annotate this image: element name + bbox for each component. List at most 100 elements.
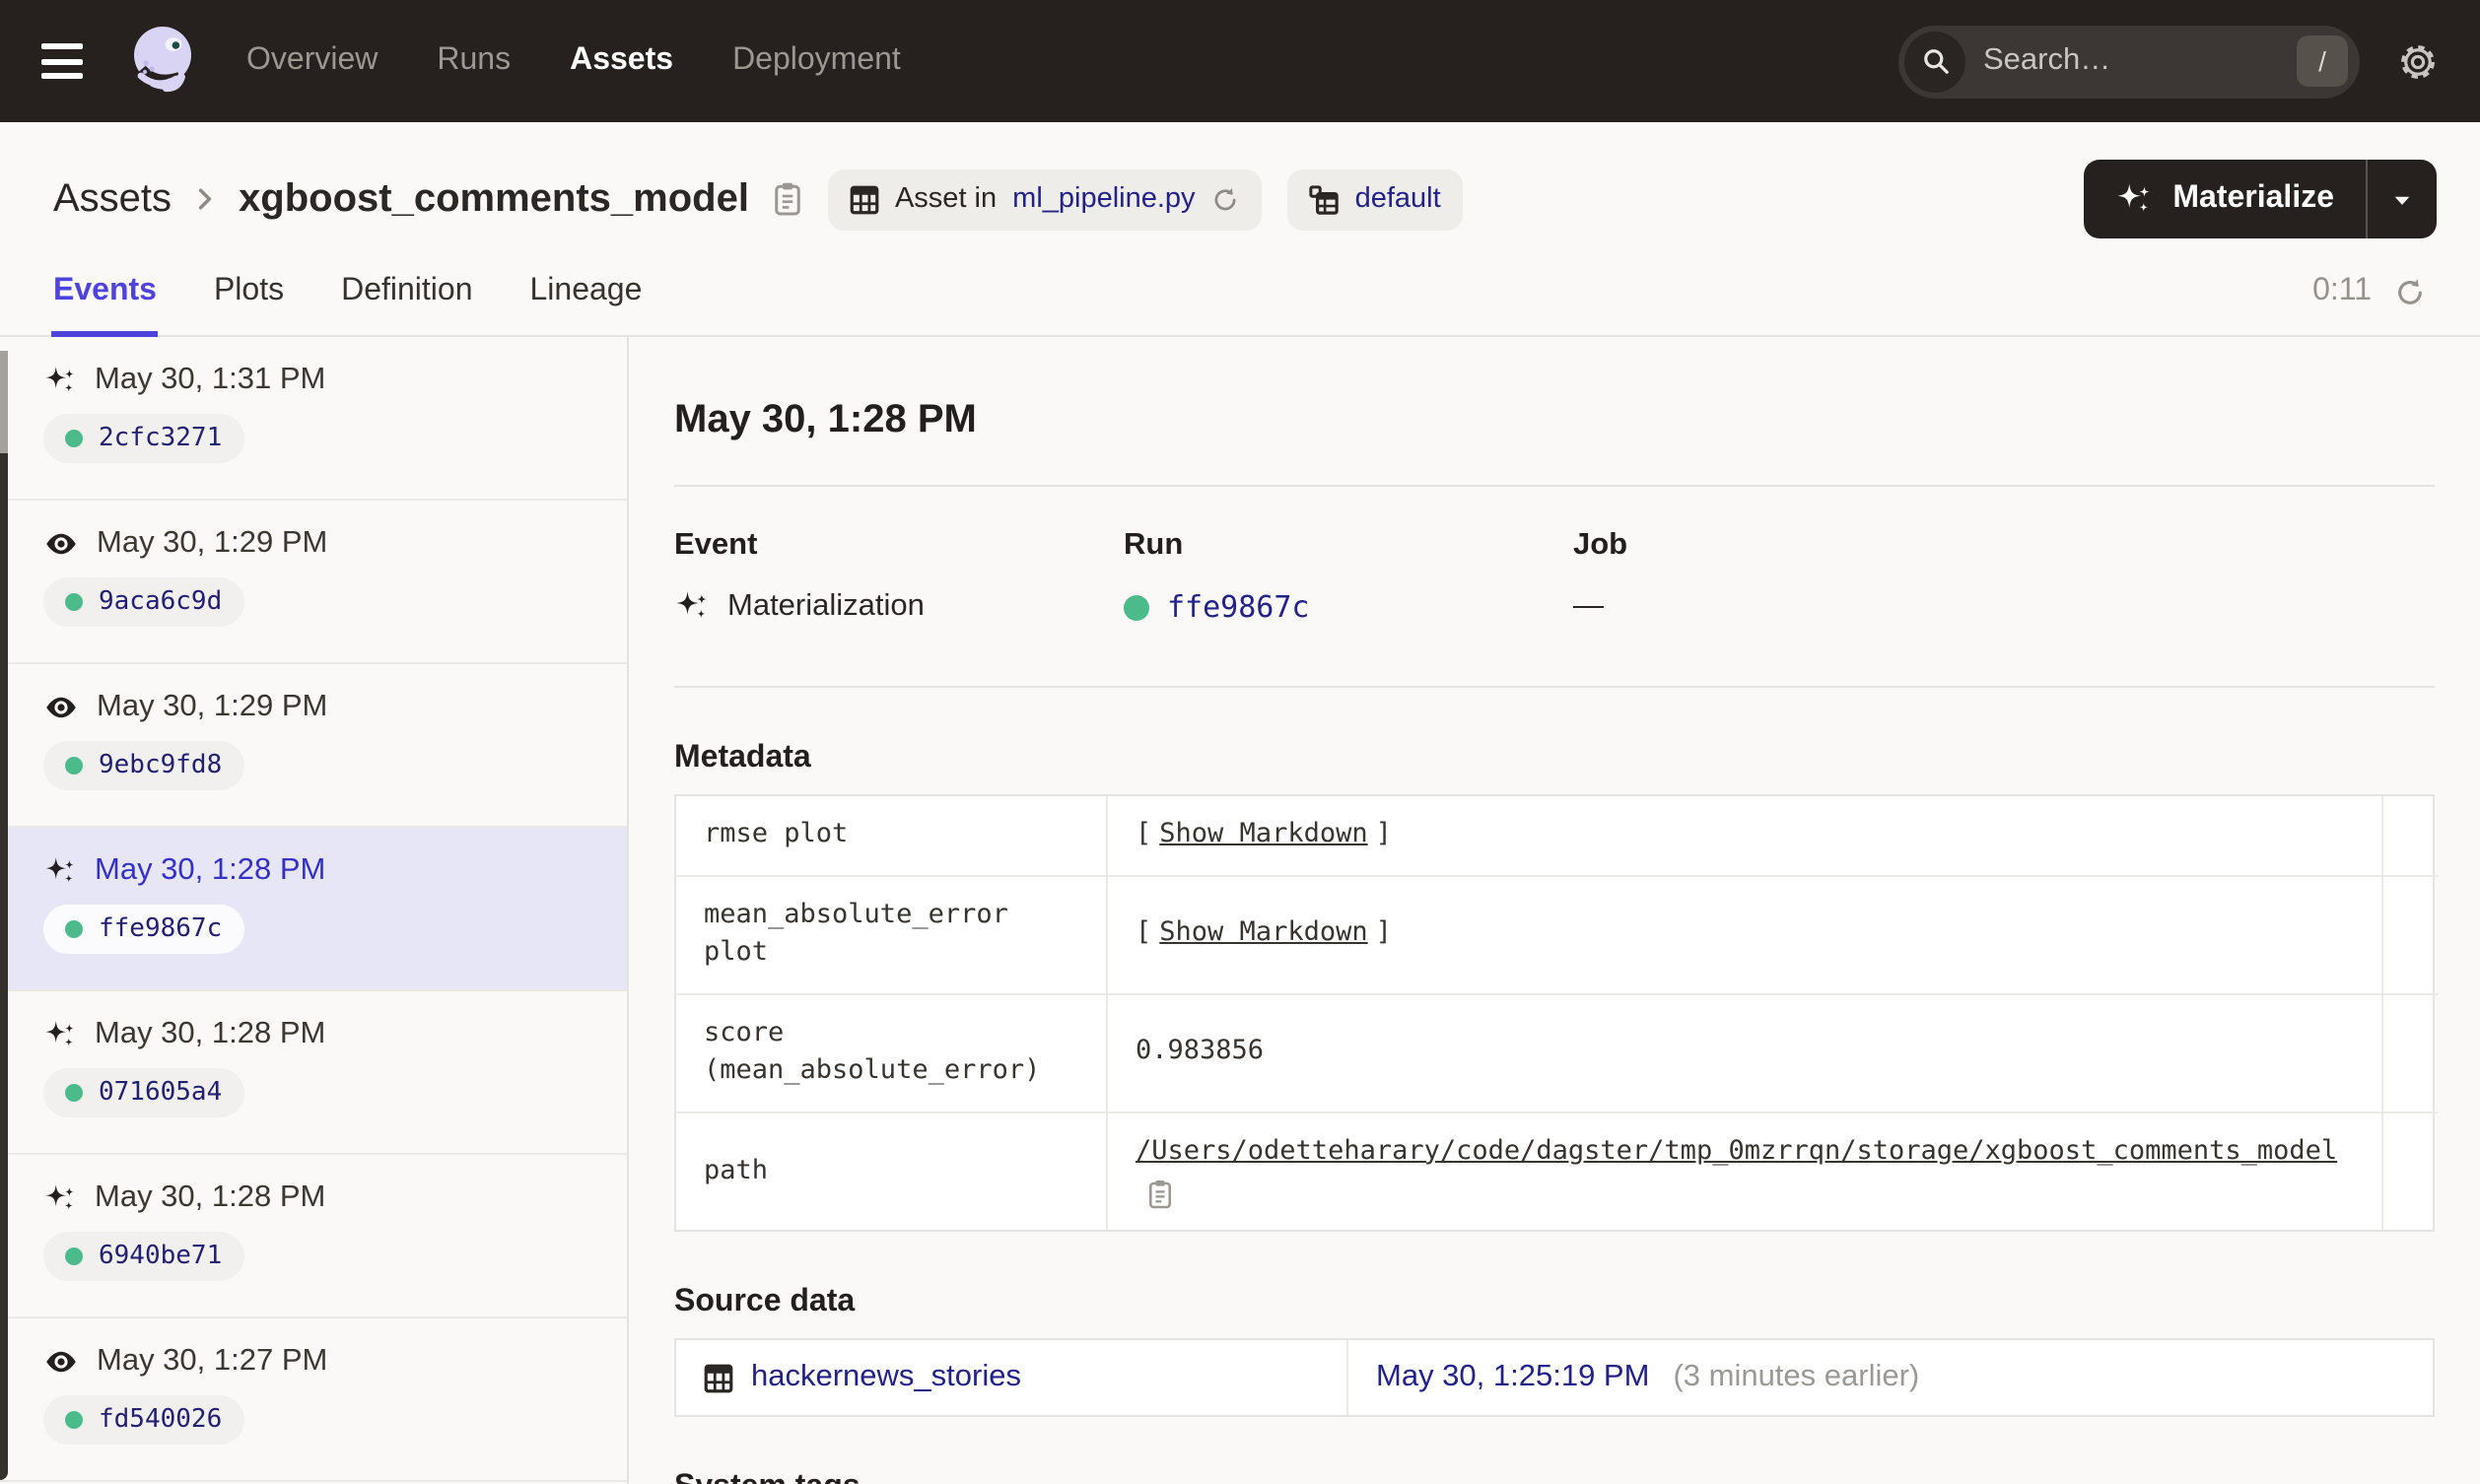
asset-group-icon xyxy=(1310,184,1340,214)
tab[interactable]: Lineage xyxy=(530,274,643,335)
system-tags-heading: System tags xyxy=(674,1471,2435,1484)
asset-in-label: Asset in xyxy=(894,183,998,215)
asset-group-tag[interactable]: default xyxy=(1287,169,1463,230)
event-list-item[interactable]: May 30, 1:28 PM ffe9867c xyxy=(0,828,627,991)
run-status-dot xyxy=(65,430,83,447)
nav-item[interactable]: Assets xyxy=(570,43,673,79)
tab[interactable]: Events xyxy=(50,274,160,337)
refresh-timer: 0:11 xyxy=(2312,274,2427,335)
materialization-sparkle-icon xyxy=(674,589,710,625)
run-id-pill[interactable]: 071605a4 xyxy=(43,1068,244,1117)
global-search[interactable]: / xyxy=(1898,25,2360,98)
event-list-item[interactable]: May 30, 1:29 PM 9aca6c9d xyxy=(0,501,627,664)
run-id: fd540026 xyxy=(99,1405,223,1435)
dagster-asset-page: Overview Runs Assets Deployment / Assets… xyxy=(0,0,2480,1484)
asset-file-link[interactable]: ml_pipeline.py xyxy=(1012,183,1195,215)
breadcrumb: Assets xgboost_comments_model xyxy=(53,176,802,222)
run-id-link[interactable]: ffe9867c xyxy=(1167,589,1310,625)
run-id: ffe9867c xyxy=(99,914,223,944)
materialization-sparkle-icon xyxy=(43,1018,77,1051)
nav-item[interactable]: Runs xyxy=(437,43,511,79)
asset-group-link[interactable]: default xyxy=(1355,183,1441,215)
metadata-key: score (mean_absolute_error) xyxy=(676,994,1108,1113)
search-icon xyxy=(1904,31,1965,92)
sparkle-icon xyxy=(2115,180,2153,218)
run-id: 2cfc3271 xyxy=(99,424,223,453)
run-id: 9ebc9fd8 xyxy=(99,751,223,780)
event-list-item[interactable]: May 30, 1:28 PM 6940be71 xyxy=(0,1155,627,1318)
metadata-table: rmse plot [Show Markdown] mean_absolute_… xyxy=(674,794,2439,1233)
scrollbar-thumb[interactable] xyxy=(0,453,8,1480)
metadata-value: /Users/odetteharary/code/dagster/tmp_0mz… xyxy=(1108,1113,2383,1231)
event-list-item[interactable]: May 30, 1:31 PM 2cfc3271 xyxy=(0,337,627,501)
run-status-dot xyxy=(65,593,83,611)
dagster-logo[interactable] xyxy=(124,22,203,101)
event-list-item[interactable]: May 30, 1:28 PM 071605a4 xyxy=(0,991,627,1155)
materialize-dropdown-button[interactable] xyxy=(2368,160,2437,238)
event-detail-panel: May 30, 1:28 PM Event Materialization Ru… xyxy=(629,337,2480,1484)
settings-gear-icon[interactable] xyxy=(2397,40,2439,82)
event-column: Event Materialization xyxy=(674,528,1124,625)
run-id-pill[interactable]: ffe9867c xyxy=(43,905,244,954)
copy-asset-name-icon[interactable] xyxy=(773,181,802,217)
run-id-pill[interactable]: 6940be71 xyxy=(43,1232,244,1281)
tab[interactable]: Plots xyxy=(214,274,284,335)
page-header: Assets xgboost_comments_model Asset in m… xyxy=(0,122,2480,238)
observation-eye-icon xyxy=(43,690,79,725)
run-id-pill[interactable]: fd540026 xyxy=(43,1395,244,1445)
metadata-value: [Show Markdown] xyxy=(1108,796,2383,877)
nav-item[interactable]: Deployment xyxy=(732,43,901,79)
materialize-split-button: Materialize xyxy=(2084,160,2437,238)
run-id-pill[interactable]: 9aca6c9d xyxy=(43,577,244,627)
chevron-down-icon xyxy=(2389,186,2415,212)
job-value: — xyxy=(1573,589,1604,623)
event-timestamp: May 30, 1:29 PM xyxy=(97,526,328,560)
event-timestamp: May 30, 1:28 PM xyxy=(95,1180,326,1214)
source-asset-link[interactable]: hackernews_stories xyxy=(751,1361,1021,1396)
metadata-heading: Metadata xyxy=(674,741,811,775)
asset-definition-tag[interactable]: Asset in ml_pipeline.py xyxy=(827,169,1263,230)
tab[interactable]: Definition xyxy=(341,274,472,335)
job-label: Job xyxy=(1573,528,1628,562)
table-icon xyxy=(850,184,879,214)
observation-eye-icon xyxy=(43,1344,79,1380)
event-label: Event xyxy=(674,528,758,562)
event-timestamp: May 30, 1:28 PM xyxy=(95,1017,326,1050)
run-id: 071605a4 xyxy=(99,1078,223,1108)
refresh-icon[interactable] xyxy=(2393,275,2427,308)
metadata-value: 0.983856 xyxy=(1108,994,2383,1113)
run-column: Run ffe9867c xyxy=(1124,528,1573,625)
source-time-link[interactable]: May 30, 1:25:19 PM xyxy=(1376,1361,1649,1396)
breadcrumb-assets-link[interactable]: Assets xyxy=(53,176,172,222)
run-status-dot xyxy=(1124,594,1149,620)
source-data-table: hackernews_stories May 30, 1:25:19 PM (3… xyxy=(674,1338,2435,1418)
materialization-sparkle-icon xyxy=(43,364,77,397)
copy-path-icon[interactable] xyxy=(1147,1180,1173,1211)
run-status-dot xyxy=(65,757,83,775)
event-timestamp: May 30, 1:29 PM xyxy=(97,690,328,723)
metadata-value-link[interactable]: Show Markdown xyxy=(1159,816,1367,854)
event-list-item[interactable]: May 30, 1:27 PM fd540026 xyxy=(0,1318,627,1482)
event-summary-row: Event Materialization Run ffe9867c Job — xyxy=(674,528,2435,625)
event-timestamp: May 30, 1:28 PM xyxy=(95,853,326,887)
event-type-value: Materialization xyxy=(727,589,925,623)
asset-tabs: Events Plots Definition Lineage 0:11 xyxy=(0,238,2480,337)
metadata-value: [Show Markdown] xyxy=(1108,876,2383,995)
hamburger-menu-icon[interactable] xyxy=(41,43,83,79)
event-list: May 30, 1:31 PM 2cfc3271 May 30, 1:29 PM… xyxy=(0,337,629,1484)
metadata-value-link[interactable]: /Users/odetteharary/code/dagster/tmp_0mz… xyxy=(1136,1133,2337,1172)
source-time-note: (3 minutes earlier) xyxy=(1673,1360,1920,1394)
nav-item[interactable]: Overview xyxy=(246,43,378,79)
metadata-key: mean_absolute_error plot xyxy=(676,876,1108,995)
metadata-key: path xyxy=(676,1113,1108,1231)
table-icon xyxy=(704,1364,733,1393)
reload-definition-icon[interactable] xyxy=(1211,184,1241,214)
event-list-item[interactable]: May 30, 1:29 PM 9ebc9fd8 xyxy=(0,664,627,828)
scrollbar-track[interactable] xyxy=(0,351,8,453)
materialize-button[interactable]: Materialize xyxy=(2084,160,2366,238)
run-id-pill[interactable]: 9ebc9fd8 xyxy=(43,741,244,790)
search-input[interactable] xyxy=(1965,43,2297,79)
materialization-sparkle-icon xyxy=(43,854,77,888)
run-id-pill[interactable]: 2cfc3271 xyxy=(43,414,244,463)
metadata-value-link[interactable]: Show Markdown xyxy=(1159,915,1367,954)
